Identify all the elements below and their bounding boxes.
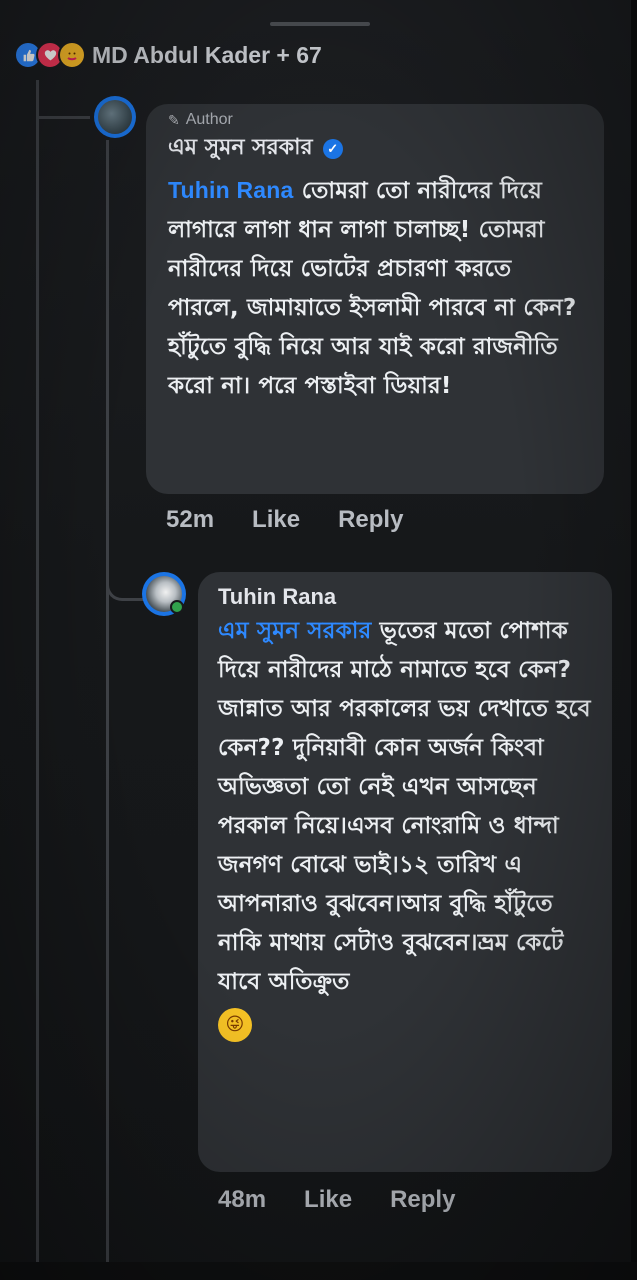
author-comment-time: 52m — [166, 506, 215, 533]
pencil-icon: ✎ — [168, 111, 180, 128]
thread-line-outer — [36, 80, 39, 1262]
author-badge-label: Author — [185, 111, 233, 128]
mention-tuhin-rana[interactable]: Tuhin Rana — [168, 177, 294, 203]
reactions-summary[interactable]: MD Abdul Kader + 67 — [14, 40, 322, 70]
reply-comment-actions: 48m Like Reply — [218, 1186, 493, 1214]
author-avatar[interactable] — [94, 96, 136, 138]
author-comment-actions: 52m Like Reply — [166, 506, 441, 534]
reply-author-name[interactable]: Tuhin Rana — [218, 584, 336, 610]
thread-curve-reply — [106, 560, 145, 601]
reply-comment-body: ভূতের মতো পোশাক দিয়ে নারীদের মাঠে নামাত… — [218, 618, 591, 995]
care-icon — [58, 41, 86, 69]
comment-thread-screen: MD Abdul Kader + 67 ✎ Author এম সুমন সরক… — [0, 0, 637, 1280]
online-status-icon — [170, 600, 184, 614]
reply-like-button[interactable]: Like — [304, 1186, 352, 1214]
reply-comment-bubble[interactable]: Tuhin Rana এম সুমন সরকার ভূতের মতো পোশাক… — [198, 572, 612, 1172]
author-reply-button[interactable]: Reply — [338, 506, 403, 534]
author-comment-text: Tuhin Rana তোমরা তো নারীদের দিয়ে লাগারে… — [168, 171, 584, 406]
tuhin-rana-avatar[interactable] — [142, 572, 186, 616]
reply-comment-text: এম সুমন সরকার ভূতের মতো পোশাক দিয়ে নারী… — [218, 612, 594, 1043]
author-comment-body: তোমরা তো নারীদের দিয়ে লাগারে লাগা ধান ল… — [168, 178, 577, 399]
reply-comment-time: 48m — [218, 1186, 267, 1213]
author-badge: ✎ Author — [168, 110, 584, 130]
author-comment-bubble[interactable]: ✎ Author এম সুমন সরকার ✓ Tuhin Rana তোমর… — [146, 104, 604, 494]
bottom-edge — [0, 1262, 637, 1280]
screen-edge — [631, 0, 637, 1280]
thread-line-inner — [106, 140, 109, 1262]
verified-badge-icon: ✓ — [322, 138, 343, 159]
reply-name-line: Tuhin Rana — [218, 584, 594, 610]
winking-tongue-emoji-icon: 😜 — [218, 1007, 252, 1042]
reply-reply-button[interactable]: Reply — [390, 1186, 455, 1214]
author-like-button[interactable]: Like — [252, 506, 300, 534]
thread-branch-author — [36, 116, 90, 119]
mention-author[interactable]: এম সুমন সরকার — [218, 618, 371, 644]
reactions-summary-text[interactable]: MD Abdul Kader + 67 — [92, 42, 322, 69]
author-name[interactable]: এম সুমন সরকার — [168, 130, 313, 167]
sheet-drag-handle[interactable] — [270, 22, 370, 26]
author-name-line: এম সুমন সরকার ✓ — [168, 130, 584, 167]
